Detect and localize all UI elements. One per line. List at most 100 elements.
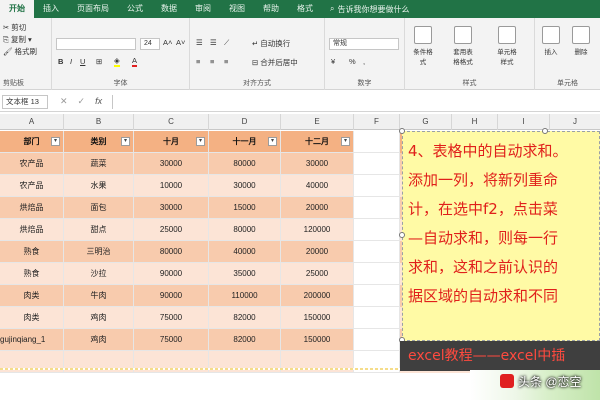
column-header-b[interactable]: B (64, 114, 134, 130)
middle-align-button[interactable]: ☰ (210, 38, 217, 47)
currency-button[interactable]: ¥ (331, 57, 335, 66)
table-cell[interactable]: 水果 (64, 175, 134, 197)
table-cell[interactable]: 90000 (134, 285, 209, 307)
filter-dropdown-icon[interactable]: ▾ (268, 137, 277, 146)
tab-help[interactable]: 帮助 (254, 0, 288, 18)
table-cell[interactable]: 110000 (209, 285, 281, 307)
grow-font-button[interactable]: A˄ (163, 38, 172, 47)
tab-insert[interactable]: 插入 (34, 0, 68, 18)
table-cell[interactable]: 甜点 (64, 219, 134, 241)
table-cell[interactable]: 农产品 (0, 153, 64, 175)
delete-cells-button[interactable]: 删除 (569, 26, 593, 56)
tab-formulas[interactable]: 公式 (118, 0, 152, 18)
empty-cell[interactable] (354, 131, 400, 153)
header-cell-october[interactable]: 十月 ▾ (134, 131, 209, 153)
column-header-j[interactable]: J (550, 114, 600, 130)
copy-button[interactable]: ⎘ 复制 ▾ (3, 34, 32, 45)
cancel-icon[interactable]: ✕ (60, 96, 68, 107)
font-color-button[interactable]: A (132, 56, 138, 67)
table-cell[interactable]: 肉类 (0, 285, 64, 307)
merge-center-button[interactable]: ⊟ 合并后居中 (252, 57, 298, 68)
center-align-button[interactable]: ≡ (210, 57, 214, 66)
header-cell-december[interactable]: 十二月 ▾ (281, 131, 354, 153)
wrap-text-button[interactable]: ↵ 自动换行 (252, 38, 290, 49)
empty-cell[interactable] (354, 153, 400, 175)
empty-cell[interactable] (354, 285, 400, 307)
empty-cell[interactable] (354, 241, 400, 263)
column-header-a[interactable]: A (0, 114, 64, 130)
format-as-table-button[interactable]: 套用表格格式 (451, 26, 475, 66)
bold-button[interactable]: B (58, 57, 63, 66)
table-cell[interactable]: 40000 (209, 241, 281, 263)
table-cell[interactable]: 120000 (281, 219, 354, 241)
empty-cell[interactable] (354, 307, 400, 329)
table-cell[interactable]: 20000 (281, 197, 354, 219)
shrink-font-button[interactable]: A˅ (176, 38, 185, 47)
empty-cell[interactable] (354, 197, 400, 219)
resize-handle[interactable] (399, 128, 405, 134)
empty-cell[interactable] (354, 175, 400, 197)
empty-cell[interactable] (354, 219, 400, 241)
cut-button[interactable]: ✂ 剪切 (3, 22, 26, 33)
table-cell[interactable]: 烘焙品 (0, 197, 64, 219)
tab-home[interactable]: 开始 (0, 0, 34, 18)
orientation-button[interactable]: ⟋ (224, 38, 229, 48)
table-cell[interactable]: 蔬菜 (64, 153, 134, 175)
table-cell[interactable]: 200000 (281, 285, 354, 307)
table-cell[interactable]: 30000 (134, 197, 209, 219)
tab-page-layout[interactable]: 页面布局 (68, 0, 118, 18)
borders-button[interactable]: ⊞ (96, 57, 102, 66)
column-header-g[interactable]: G (400, 114, 452, 130)
table-cell[interactable]: 鸡肉 (64, 307, 134, 329)
resize-handle[interactable] (399, 232, 405, 238)
column-header-i[interactable]: I (498, 114, 550, 130)
font-size-select[interactable]: 24 (140, 38, 160, 50)
fill-color-button[interactable]: ◈ (114, 56, 120, 67)
table-cell[interactable]: 20000 (281, 241, 354, 263)
format-painter-button[interactable]: 🖌 格式刷 (3, 46, 37, 57)
italic-button[interactable]: I (70, 57, 72, 66)
table-cell[interactable]: 82000 (209, 329, 281, 351)
table-cell[interactable]: 鸡肉 (64, 329, 134, 351)
tab-data[interactable]: 数据 (152, 0, 186, 18)
table-cell[interactable]: 25000 (134, 219, 209, 241)
table-cell[interactable]: 75000 (134, 329, 209, 351)
filter-dropdown-icon[interactable]: ▾ (51, 137, 60, 146)
insert-cells-button[interactable]: 插入 (539, 26, 563, 56)
formula-input[interactable] (112, 94, 600, 109)
table-cell[interactable]: 30000 (209, 175, 281, 197)
table-cell[interactable]: 10000 (134, 175, 209, 197)
table-cell[interactable]: 30000 (134, 153, 209, 175)
tab-view[interactable]: 视图 (220, 0, 254, 18)
table-cell[interactable]: 80000 (134, 241, 209, 263)
left-align-button[interactable]: ≡ (196, 57, 200, 66)
table-cell[interactable]: 熟食 (0, 241, 64, 263)
table-cell[interactable]: 25000 (281, 263, 354, 285)
right-align-button[interactable]: ≡ (224, 57, 228, 66)
column-header-h[interactable]: H (452, 114, 498, 130)
table-cell[interactable]: 150000 (281, 307, 354, 329)
table-cell[interactable]: 75000 (134, 307, 209, 329)
text-box-overlay[interactable]: 4、表格中的自动求和。 添加一列，将新列重命 计，在选中f2，点击菜 —自动求和… (402, 131, 600, 341)
tab-format[interactable]: 格式 (288, 0, 322, 18)
column-header-e[interactable]: E (281, 114, 354, 130)
table-cell[interactable]: 90000 (134, 263, 209, 285)
table-cell[interactable]: 肉类 (0, 307, 64, 329)
table-cell[interactable]: 三明治 (64, 241, 134, 263)
table-cell[interactable]: 80000 (209, 219, 281, 241)
header-cell-category[interactable]: 类别 ▾ (64, 131, 134, 153)
column-header-d[interactable]: D (209, 114, 281, 130)
percent-button[interactable]: % (349, 57, 356, 66)
table-cell[interactable]: 熟食 (0, 263, 64, 285)
name-box[interactable]: 文本框 13 (2, 94, 48, 109)
table-cell[interactable]: 沙拉 (64, 263, 134, 285)
resize-handle[interactable] (542, 128, 548, 134)
insert-function-icon[interactable]: fx (95, 96, 102, 107)
table-cell[interactable]: 150000 (281, 329, 354, 351)
empty-cell[interactable] (354, 263, 400, 285)
header-cell-department[interactable]: 部门 ▾ (0, 131, 64, 153)
column-header-f[interactable]: F (354, 114, 400, 130)
conditional-format-button[interactable]: 条件格式 (411, 26, 435, 66)
comma-button[interactable]: , (363, 57, 365, 66)
column-header-c[interactable]: C (134, 114, 209, 130)
